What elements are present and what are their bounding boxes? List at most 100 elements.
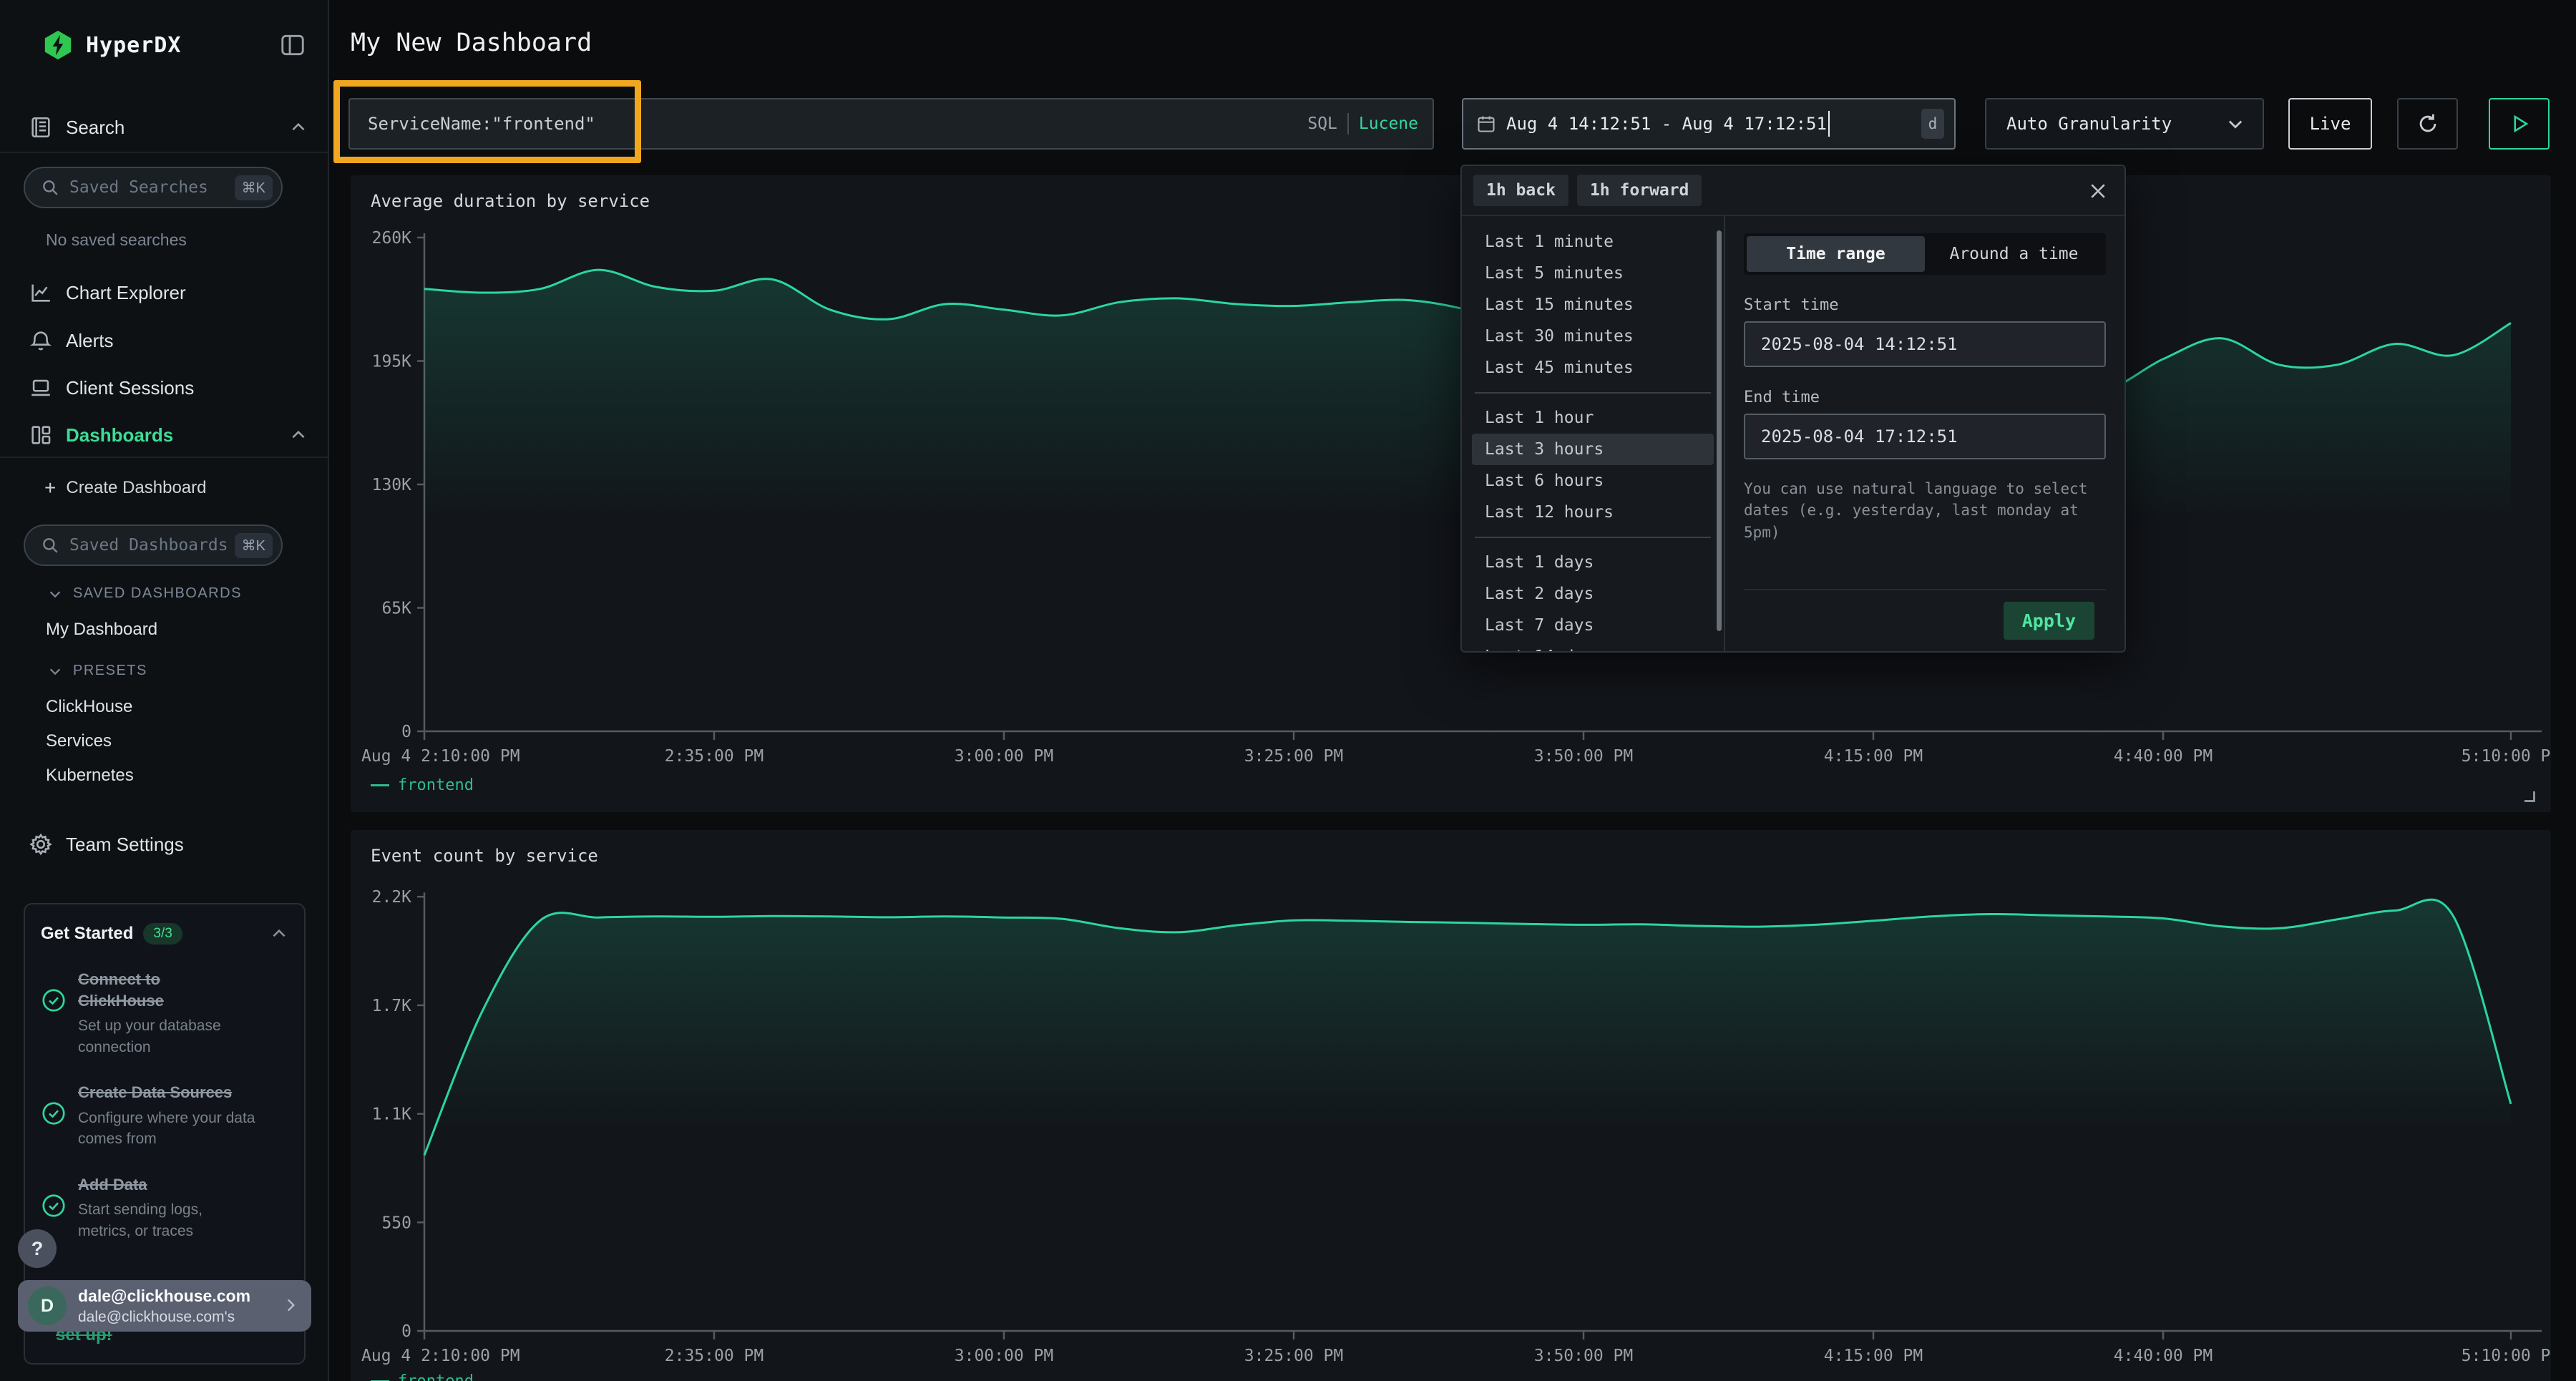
- quick-range-last-3-hours[interactable]: Last 3 hours: [1472, 434, 1714, 465]
- granularity-value: Auto Granularity: [2006, 114, 2172, 134]
- line-chart[interactable]: 05501.1K1.7K2.2KAug 4 2:10:00 PM2:35:00 …: [351, 830, 2551, 1381]
- time-range-input[interactable]: Aug 4 14:12:51 - Aug 4 17:12:51 d: [1462, 98, 1956, 150]
- quick-range-last-1-hour[interactable]: Last 1 hour: [1472, 402, 1714, 434]
- start-time-input[interactable]: 2025-08-04 14:12:51: [1744, 321, 2106, 367]
- quick-range-last-14-days[interactable]: Last 14 days: [1472, 641, 1714, 651]
- user-account-chip[interactable]: D dale@clickhouse.com dale@clickhouse.co…: [18, 1280, 311, 1332]
- saved-searches-placeholder: Saved Searches: [69, 178, 208, 197]
- create-dashboard-label: Create Dashboard: [66, 478, 206, 498]
- play-icon: [2509, 113, 2530, 135]
- help-button[interactable]: ?: [18, 1229, 57, 1268]
- svg-text:130K: 130K: [372, 476, 412, 494]
- section-saved-dashboards[interactable]: SAVED DASHBOARDS: [47, 585, 242, 602]
- tab-around-a-time[interactable]: Around a time: [1925, 236, 2103, 272]
- get-started-progress-badge: 3/3: [143, 923, 182, 945]
- close-icon[interactable]: [2087, 180, 2109, 202]
- shift-forward-button[interactable]: 1h forward: [1577, 175, 1702, 206]
- get-started-item[interactable]: Connect to ClickHouseSet up your databas…: [41, 969, 288, 1058]
- granularity-select[interactable]: Auto Granularity: [1985, 98, 2264, 150]
- svg-text:195K: 195K: [372, 353, 412, 371]
- legend-label: frontend: [398, 776, 474, 794]
- svg-text:3:00:00 PM: 3:00:00 PM: [955, 747, 1053, 766]
- svg-text:3:00:00 PM: 3:00:00 PM: [955, 1347, 1053, 1365]
- sidebar-collapse-icon[interactable]: [279, 31, 306, 59]
- section-label: PRESETS: [73, 663, 147, 679]
- search-query-input[interactable]: ServiceName:"frontend" SQL Lucene: [348, 98, 1434, 150]
- section-presets[interactable]: PRESETS: [47, 663, 147, 679]
- scrollbar-thumb[interactable]: [1717, 230, 1722, 631]
- chart-title: Event count by service: [371, 846, 598, 866]
- saved-dashboards-placeholder: Saved Dashboards: [69, 536, 228, 555]
- sidebar-item-my-dashboard[interactable]: My Dashboard: [46, 620, 157, 640]
- panel-resize-handle[interactable]: [2524, 791, 2535, 802]
- chart-legend[interactable]: frontend: [371, 776, 474, 794]
- shift-back-button[interactable]: 1h back: [1473, 175, 1568, 206]
- sidebar-item-dashboards[interactable]: Dashboards: [0, 418, 329, 452]
- svg-text:4:40:00 PM: 4:40:00 PM: [2114, 1347, 2212, 1365]
- get-started-item-title: Create Data Sources: [78, 1082, 250, 1103]
- user-subtitle: dale@clickhouse.com's: [78, 1309, 235, 1326]
- chart-legend[interactable]: frontend: [371, 1372, 474, 1381]
- page-title: My New Dashboard: [351, 29, 592, 57]
- quick-range-last-45-minutes[interactable]: Last 45 minutes: [1472, 352, 1714, 384]
- quick-range-last-7-days[interactable]: Last 7 days: [1472, 610, 1714, 641]
- get-started-title: Get Started: [41, 924, 133, 944]
- sidebar-item-chart-explorer[interactable]: Chart Explorer: [0, 275, 329, 310]
- sidebar-item-search[interactable]: Search: [0, 110, 329, 145]
- svg-text:2:35:00 PM: 2:35:00 PM: [665, 1347, 763, 1365]
- chevron-right-icon: [281, 1296, 300, 1314]
- refresh-button[interactable]: [2397, 98, 2458, 150]
- quick-range-last-30-minutes[interactable]: Last 30 minutes: [1472, 321, 1714, 352]
- team-settings-label: Team Settings: [66, 834, 184, 856]
- line-chart[interactable]: 065K130K195K260KAug 4 2:10:00 PM2:35:00 …: [351, 175, 2551, 812]
- gear-icon: [29, 832, 53, 857]
- sidebar-item-alerts[interactable]: Alerts: [0, 323, 329, 358]
- svg-text:4:15:00 PM: 4:15:00 PM: [1824, 747, 1923, 766]
- end-time-input[interactable]: 2025-08-04 17:12:51: [1744, 414, 2106, 459]
- tab-time-range[interactable]: Time range: [1747, 236, 1925, 272]
- chart-line-icon: [29, 280, 53, 305]
- svg-text:1.7K: 1.7K: [372, 997, 412, 1015]
- main-content: My New Dashboard ServiceName:"frontend" …: [329, 0, 2576, 1381]
- create-dashboard-button[interactable]: + Create Dashboard: [44, 477, 206, 499]
- svg-text:3:25:00 PM: 3:25:00 PM: [1244, 1347, 1343, 1365]
- quick-range-last-1-days[interactable]: Last 1 days: [1472, 547, 1714, 578]
- quick-range-last-15-minutes[interactable]: Last 15 minutes: [1472, 289, 1714, 321]
- chevron-up-icon: [289, 118, 308, 137]
- sql-toggle[interactable]: SQL: [1307, 114, 1337, 133]
- svg-text:5:10:00 PM: 5:10:00 PM: [2462, 747, 2551, 766]
- run-query-button[interactable]: [2489, 98, 2550, 150]
- sidebar-item-client-sessions[interactable]: Client Sessions: [0, 371, 329, 405]
- chevron-down-icon: [47, 586, 63, 602]
- avatar: D: [28, 1287, 67, 1325]
- sidebar: HyperDX Search Saved Searches ⌘K No save…: [0, 0, 329, 1381]
- quick-range-last-6-hours[interactable]: Last 6 hours: [1472, 465, 1714, 497]
- text-cursor: [1828, 111, 1830, 137]
- lucene-toggle[interactable]: Lucene: [1359, 114, 1418, 133]
- quick-range-last-1-minute[interactable]: Last 1 minute: [1472, 226, 1714, 258]
- live-button[interactable]: Live: [2288, 98, 2372, 150]
- get-started-item[interactable]: Create Data Sources Configure where your …: [41, 1082, 288, 1149]
- get-started-item[interactable]: Add DataStart sending logs, metrics, or …: [41, 1174, 288, 1241]
- no-saved-searches-note: No saved searches: [46, 230, 187, 250]
- apply-button[interactable]: Apply: [2004, 602, 2094, 640]
- saved-searches-input[interactable]: Saved Searches ⌘K: [24, 167, 283, 208]
- search-icon: [41, 536, 59, 555]
- sidebar-item-services[interactable]: Services: [46, 731, 112, 751]
- saved-dashboards-input[interactable]: Saved Dashboards ⌘K: [24, 524, 283, 566]
- sidebar-item-clickhouse[interactable]: ClickHouse: [46, 697, 132, 717]
- quick-range-last-12-hours[interactable]: Last 12 hours: [1472, 497, 1714, 528]
- quick-range-last-2-days[interactable]: Last 2 days: [1472, 578, 1714, 610]
- get-started-item-desc: Configure where your data comes from: [78, 1108, 257, 1150]
- time-range-value: Aug 4 14:12:51 - Aug 4 17:12:51: [1506, 114, 1827, 134]
- sidebar-item-label: Client Sessions: [66, 377, 194, 399]
- refresh-icon: [2416, 112, 2440, 136]
- chart-title: Average duration by service: [371, 191, 650, 211]
- sidebar-item-team-settings[interactable]: Team Settings: [0, 827, 329, 862]
- chevron-up-icon[interactable]: [270, 924, 288, 943]
- query-value: ServiceName:"frontend": [368, 114, 595, 134]
- quick-range-last-5-minutes[interactable]: Last 5 minutes: [1472, 258, 1714, 289]
- sidebar-item-kubernetes[interactable]: Kubernetes: [46, 766, 134, 786]
- sidebar-item-label: Alerts: [66, 330, 113, 352]
- legend-label: frontend: [398, 1372, 474, 1381]
